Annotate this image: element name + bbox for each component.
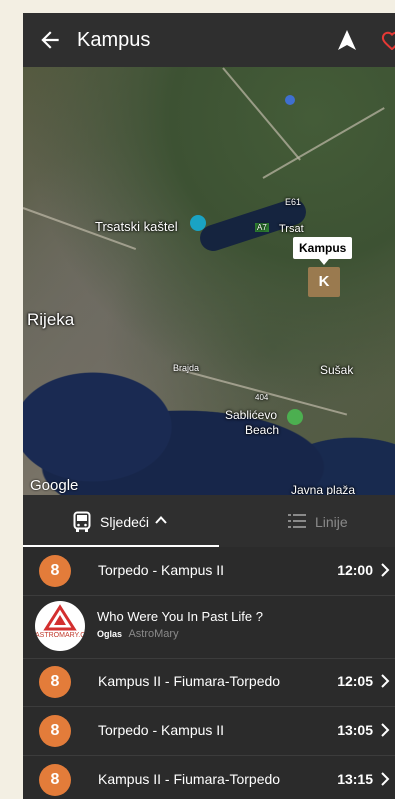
map-label-trsat: Trsat <box>279 223 304 235</box>
route-name: Torpedo - Kampus II <box>98 722 225 738</box>
chevron-right-icon <box>381 772 390 786</box>
app-screen: Kampus Trsatski kaštel Trsat E61 A7 Rije… <box>23 13 395 799</box>
tab-next-departures[interactable]: Sljedeći <box>23 495 219 547</box>
favorite-heart-icon[interactable] <box>381 30 395 50</box>
map-label-beach: Beach <box>245 423 280 437</box>
departure-time: 12:00 <box>337 562 373 578</box>
ad-headline: Who Were You In Past Life ? <box>97 609 263 624</box>
road <box>262 107 385 179</box>
chevron-right-icon <box>381 563 390 577</box>
ad-label: Oglas <box>97 629 123 639</box>
astromary-logo-icon <box>43 604 77 631</box>
route-name: Kampus II - Fiumara-Torpedo <box>98 771 281 787</box>
castle-poi-icon[interactable] <box>190 215 206 231</box>
map-label-e61: E61 <box>285 197 302 207</box>
departure-time: 12:05 <box>337 673 373 689</box>
ad-advertiser: AstroMary <box>128 628 179 640</box>
map-label-a7: A7 <box>255 223 269 232</box>
tab-lines-label: Linije <box>315 514 348 530</box>
ad-banner[interactable]: ASTROMARY.COM Who Were You In Past Life … <box>23 595 395 659</box>
route-name: Torpedo - Kampus II <box>98 562 225 578</box>
back-arrow-icon[interactable] <box>37 27 63 53</box>
departure-time: 13:15 <box>337 771 373 787</box>
tab-next-label: Sljedeći <box>100 514 150 530</box>
ad-meta: Oglas AstroMary <box>97 628 179 640</box>
map-label-sablicevo: Sablićevo <box>225 408 278 422</box>
chevron-right-icon <box>381 674 390 688</box>
tab-lines[interactable]: Linije <box>219 495 395 547</box>
map-label-susak: Sušak <box>320 363 354 377</box>
list-icon <box>288 514 306 528</box>
departure-row[interactable]: 8 Kampus II - Fiumara-Torpedo 12:05 <box>23 658 395 707</box>
top-app-bar: Kampus <box>23 13 395 67</box>
map-label-brajda: Brajda <box>173 363 200 373</box>
line-number-badge: 8 <box>39 555 71 587</box>
departure-row[interactable]: 8 Torpedo - Kampus II 12:00 <box>23 547 395 596</box>
map-view[interactable]: Trsatski kaštel Trsat E61 A7 Rijeka Suša… <box>23 67 395 495</box>
beach-poi-icon[interactable] <box>287 409 303 425</box>
departures-list: 8 Torpedo - Kampus II 12:00 ASTROMARY.CO… <box>23 547 395 799</box>
departure-row[interactable]: 8 Torpedo - Kampus II 13:05 <box>23 707 395 756</box>
line-number-badge: 8 <box>39 666 71 698</box>
map-label-javna-plaza: Javna plaža <box>291 483 356 495</box>
ad-logo-text: ASTROMARY.COM <box>35 632 85 639</box>
page-title: Kampus <box>77 29 151 51</box>
chevron-up-icon <box>155 516 167 524</box>
departure-row[interactable]: 8 Kampus II - Fiumara-Torpedo 13:15 <box>23 756 395 799</box>
chevron-right-icon <box>381 723 390 737</box>
route-name: Kampus II - Fiumara-Torpedo <box>98 673 281 689</box>
road <box>222 67 301 161</box>
ad-logo: ASTROMARY.COM <box>35 601 85 651</box>
google-attribution: Google <box>30 477 79 494</box>
bus-icon <box>73 511 91 532</box>
kampus-marker-icon[interactable]: K <box>308 267 340 297</box>
map-label-rijeka: Rijeka <box>27 310 75 329</box>
line-number-badge: 8 <box>39 764 71 796</box>
route-shield-icon <box>285 95 295 105</box>
line-number-badge: 8 <box>39 715 71 747</box>
map-label-trsatski-kastel: Trsatski kaštel <box>95 219 178 234</box>
departure-time: 13:05 <box>337 722 373 738</box>
navigation-icon[interactable] <box>338 30 356 50</box>
tab-bar: Sljedeći Linije <box>23 495 395 547</box>
map-label-road-404: 404 <box>255 393 269 402</box>
map-marker-label: Kampus <box>293 237 353 265</box>
